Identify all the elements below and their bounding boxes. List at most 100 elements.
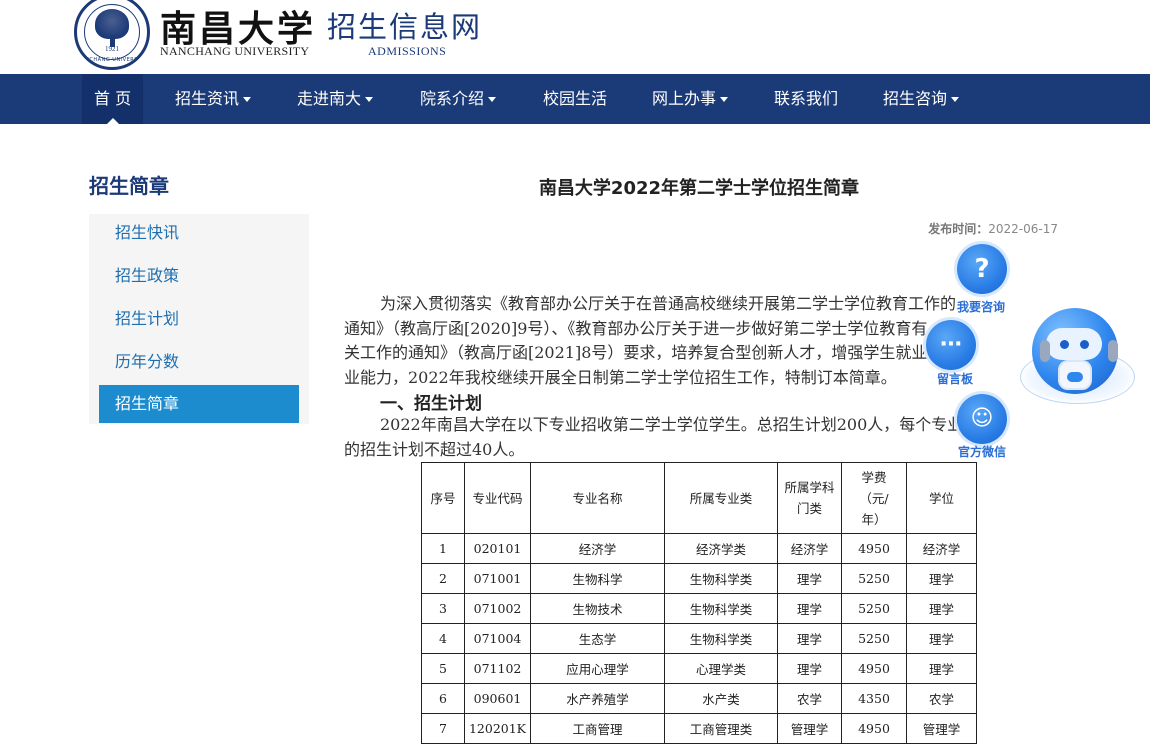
cell-degree: 理学 bbox=[906, 593, 977, 624]
cell-major: 生物技术 bbox=[530, 593, 665, 624]
table-row: 2 071001 生物科学 生物科学类 理学 5250 理学 bbox=[421, 563, 977, 594]
site-name-english: ADMISSIONS bbox=[368, 44, 447, 58]
cell-major-class: 生物科学类 bbox=[664, 623, 778, 654]
cell-discipline: 理学 bbox=[777, 563, 842, 594]
plan-paragraph: 2022年南昌大学在以下专业招收第二学士学位学生。总招生计划200人，每个专业 … bbox=[344, 413, 1056, 462]
site-name[interactable]: 招生信息网 bbox=[327, 4, 482, 46]
nav-label: 走进南大 bbox=[297, 89, 362, 108]
cell-discipline: 理学 bbox=[777, 593, 842, 624]
robot-face bbox=[1046, 328, 1102, 360]
robot-arm-left bbox=[1040, 340, 1050, 362]
cell-degree: 管理学 bbox=[906, 713, 977, 744]
caret-down-icon bbox=[365, 97, 374, 102]
article-title: 南昌大学2022年第二学士学位招生简章 bbox=[538, 178, 860, 199]
cell-degree: 理学 bbox=[906, 563, 977, 594]
robot-eye-right bbox=[1080, 340, 1089, 349]
sidebar-item-admission-policy[interactable]: 招生政策 bbox=[99, 257, 299, 295]
sidebar-item-admission-plan[interactable]: 招生计划 bbox=[99, 300, 299, 338]
cell-code: 120201K bbox=[464, 713, 531, 744]
cell-index: 1 bbox=[421, 533, 465, 564]
nav-item-campus-life[interactable]: 校园生活 bbox=[543, 74, 607, 124]
seal-ring-text: NANCHANG UNIVERSITY bbox=[77, 57, 147, 63]
cell-degree: 理学 bbox=[906, 623, 977, 654]
cell-code: 071102 bbox=[464, 653, 531, 684]
active-nav-pointer bbox=[107, 118, 119, 124]
table-body: 1 020101 经济学 经济学类 经济学 4950 经济学 2 071001 生物科学 生物科学类… bbox=[421, 533, 977, 744]
cell-index: 6 bbox=[421, 683, 465, 714]
cell-major: 生物科学 bbox=[530, 563, 665, 594]
cell-major-class: 水产类 bbox=[664, 683, 778, 714]
nav-item-about[interactable]: 走进南大 bbox=[297, 74, 374, 124]
cell-degree: 理学 bbox=[906, 653, 977, 684]
wechat-button[interactable]: ☺ bbox=[957, 394, 1007, 444]
robot-arm-right bbox=[1108, 340, 1118, 362]
wechat-label[interactable]: 官方微信 bbox=[958, 443, 1006, 460]
nav-item-online-services[interactable]: 网上办事 bbox=[652, 74, 729, 124]
col-header-code: 专业代码 bbox=[464, 462, 531, 534]
wechat-icon: ☺ bbox=[970, 406, 994, 431]
cell-discipline: 经济学 bbox=[777, 533, 842, 564]
robot-badge bbox=[1067, 372, 1083, 382]
nav-item-home[interactable]: 首 页 bbox=[82, 74, 144, 124]
col-header-index: 序号 bbox=[421, 462, 465, 534]
cell-index: 2 bbox=[421, 563, 465, 594]
cell-tuition: 5250 bbox=[841, 623, 907, 654]
cell-major: 水产养殖学 bbox=[530, 683, 665, 714]
publish-info: 发布时间：2022-06-17 bbox=[928, 220, 1058, 237]
cell-major-class: 生物科学类 bbox=[664, 563, 778, 594]
nav-label: 院系介绍 bbox=[420, 89, 485, 108]
cell-discipline: 理学 bbox=[777, 653, 842, 684]
main-nav: 首 页 招生资讯 走进南大 院系介绍 校园生活 网上办事 联系我们 招生咨询 bbox=[0, 74, 1150, 124]
university-seal-logo[interactable]: 1921 NANCHANG UNIVERSITY bbox=[74, 0, 150, 70]
sidebar-item-past-scores[interactable]: 历年分数 bbox=[99, 343, 299, 381]
publish-date: 2022-06-17 bbox=[988, 222, 1058, 236]
consult-label[interactable]: 我要咨询 bbox=[957, 298, 1005, 315]
table-row: 1 020101 经济学 经济学类 经济学 4950 经济学 bbox=[421, 533, 977, 564]
caret-down-icon bbox=[243, 97, 252, 102]
cell-code: 071002 bbox=[464, 593, 531, 624]
col-header-degree: 学位 bbox=[906, 462, 977, 534]
cell-major-class: 生物科学类 bbox=[664, 593, 778, 624]
consult-button[interactable]: ? bbox=[957, 244, 1007, 294]
nav-label: 校园生活 bbox=[543, 89, 608, 108]
table-row: 4 071004 生态学 生物科学类 理学 5250 理学 bbox=[421, 623, 977, 654]
message-board-button[interactable]: ⋯ bbox=[926, 320, 976, 370]
cell-tuition: 5250 bbox=[841, 593, 907, 624]
cell-major-class: 经济学类 bbox=[664, 533, 778, 564]
admission-plan-table: 序号 专业代码 专业名称 所属专业类 所属学科 门类 学费 （元/年） 学位 1 02… bbox=[421, 462, 977, 744]
cell-tuition: 4350 bbox=[841, 683, 907, 714]
col-header-discipline: 所属学科 门类 bbox=[777, 462, 842, 534]
caret-down-icon bbox=[951, 97, 960, 102]
cell-degree: 农学 bbox=[906, 683, 977, 714]
table-row: 3 071002 生物技术 生物科学类 理学 5250 理学 bbox=[421, 593, 977, 624]
nav-item-departments[interactable]: 院系介绍 bbox=[420, 74, 497, 124]
nav-label: 招生咨询 bbox=[883, 89, 948, 108]
table-row: 5 071102 应用心理学 心理学类 理学 4950 理学 bbox=[421, 653, 977, 684]
sidebar-item-admission-brochure[interactable]: 招生简章 bbox=[99, 385, 299, 423]
cell-index: 5 bbox=[421, 653, 465, 684]
message-board-label[interactable]: 留言板 bbox=[937, 370, 973, 387]
plan-line: 2022年南昌大学在以下专业招收第二学士学位学生。总招生计划200人，每个专业 bbox=[380, 415, 964, 434]
cell-tuition: 4950 bbox=[841, 653, 907, 684]
cell-major: 应用心理学 bbox=[530, 653, 665, 684]
nav-label: 招生资讯 bbox=[175, 89, 240, 108]
cell-discipline: 农学 bbox=[777, 683, 842, 714]
nav-item-admission-news[interactable]: 招生资讯 bbox=[175, 74, 252, 124]
col-header-major-class: 所属专业类 bbox=[664, 462, 778, 534]
cell-index: 4 bbox=[421, 623, 465, 654]
publish-label: 发布时间： bbox=[928, 222, 989, 236]
cell-major-class: 工商管理类 bbox=[664, 713, 778, 744]
col-header-major: 专业名称 bbox=[530, 462, 665, 534]
cell-discipline: 理学 bbox=[777, 623, 842, 654]
nav-item-contact[interactable]: 联系我们 bbox=[774, 74, 838, 124]
sidebar-item-admission-news[interactable]: 招生快讯 bbox=[99, 214, 299, 252]
cell-major: 经济学 bbox=[530, 533, 665, 564]
cell-tuition: 4950 bbox=[841, 533, 907, 564]
nav-item-consult[interactable]: 招生咨询 bbox=[883, 74, 960, 124]
cell-code: 071001 bbox=[464, 563, 531, 594]
cell-code: 020101 bbox=[464, 533, 531, 564]
seal-year: 1921 bbox=[105, 45, 119, 53]
cell-degree: 经济学 bbox=[906, 533, 977, 564]
nav-label: 首 页 bbox=[94, 89, 132, 108]
sidebar-title: 招生简章 bbox=[89, 174, 169, 198]
